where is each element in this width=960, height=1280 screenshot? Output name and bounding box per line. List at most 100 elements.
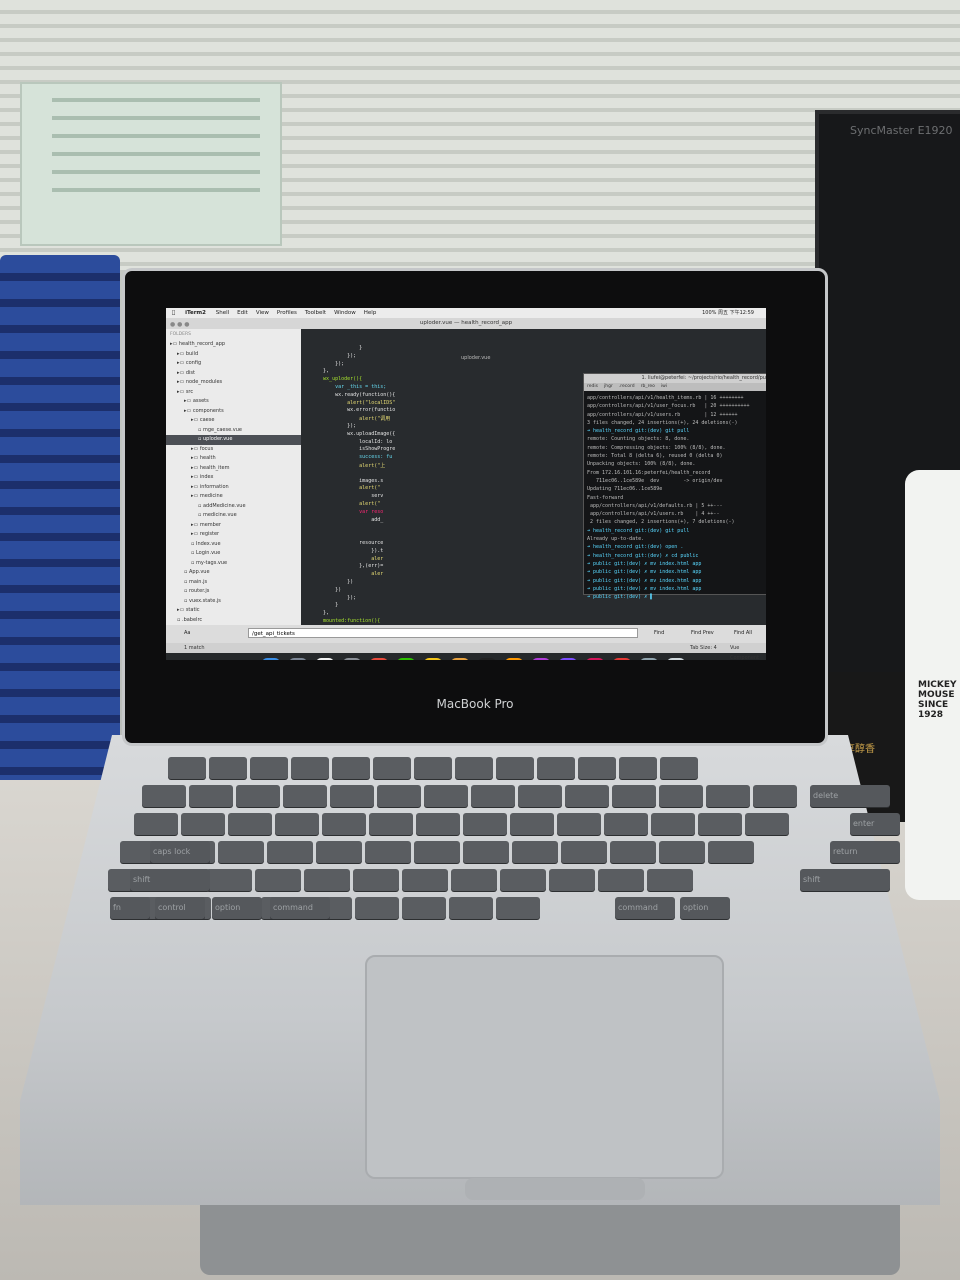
visual-icon[interactable] — [559, 658, 577, 660]
sidebar-item[interactable]: ▫ Login.vue — [166, 549, 301, 559]
terminal-icon[interactable] — [478, 658, 496, 660]
keyboard-key[interactable] — [612, 785, 656, 807]
keyboard-key[interactable] — [753, 785, 797, 807]
keyboard-key[interactable] — [402, 869, 448, 891]
find-input[interactable]: /get_api_tickets — [248, 628, 638, 638]
keyboard-key-labeled[interactable]: return — [830, 841, 900, 863]
keyboard-key[interactable] — [708, 841, 754, 863]
menu-item[interactable]: Shell — [216, 310, 229, 316]
terminal-tab[interactable]: .record — [619, 384, 635, 389]
sidebar-item[interactable]: ▫ .babelrc — [166, 616, 301, 626]
keyboard-key[interactable] — [377, 785, 421, 807]
keyboard-key-labeled[interactable]: option — [212, 897, 262, 919]
keyboard-key[interactable] — [236, 785, 280, 807]
keyboard-key-labeled[interactable]: shift — [800, 869, 890, 891]
sidebar-item[interactable]: ▸▭ assets — [166, 397, 301, 407]
menu-item[interactable]: Window — [334, 310, 356, 316]
keyboard-key[interactable] — [619, 757, 657, 779]
sidebar-item[interactable]: ▸▭ src — [166, 388, 301, 398]
menu-item[interactable]: Help — [364, 310, 377, 316]
keyboard-key[interactable] — [267, 841, 313, 863]
keyboard-key[interactable] — [250, 757, 288, 779]
keyboard-key-labeled[interactable]: control — [155, 897, 205, 919]
keyboard-key[interactable] — [659, 841, 705, 863]
keyboard-key[interactable] — [402, 897, 446, 919]
keyboard-key[interactable] — [369, 813, 413, 835]
sidebar-item[interactable]: ▸▭ index — [166, 473, 301, 483]
syntax-mode[interactable]: Vue Component — [730, 643, 766, 660]
keyboard-key[interactable] — [463, 813, 507, 835]
sidebar-item[interactable]: ▫ App.vue — [166, 568, 301, 578]
apple-icon[interactable]:  — [172, 310, 175, 316]
keyboard-key[interactable] — [275, 813, 319, 835]
keyboard-key[interactable] — [206, 869, 252, 891]
keyboard-key[interactable] — [255, 869, 301, 891]
sidebar-item[interactable]: ▫ uploder.vue — [166, 435, 301, 445]
find-all-button[interactable]: Find All — [734, 628, 752, 638]
keyboard-key[interactable] — [449, 897, 493, 919]
keyboard-key[interactable] — [659, 785, 703, 807]
traffic-light-icons[interactable]: ● ● ● — [170, 321, 190, 328]
sidebar-item[interactable]: ▫ my-tags.vue — [166, 559, 301, 569]
keyboard-key[interactable] — [134, 813, 178, 835]
sidebar-item[interactable]: ▸▭ information — [166, 483, 301, 493]
keyboard-key[interactable] — [455, 757, 493, 779]
sidebar-item[interactable]: ▸▭ medicine — [166, 492, 301, 502]
keyboard-key[interactable] — [698, 813, 742, 835]
keyboard-key-labeled[interactable]: command — [270, 897, 330, 919]
keyboard-key[interactable] — [471, 785, 515, 807]
keyboard-key[interactable] — [291, 757, 329, 779]
sidebar-item[interactable]: ▸▭ health_record_app — [166, 340, 301, 350]
keyboard-key[interactable] — [181, 813, 225, 835]
keyboard-key[interactable] — [745, 813, 789, 835]
keyboard-key[interactable] — [373, 757, 411, 779]
keyboard-key[interactable] — [228, 813, 272, 835]
menu-app[interactable]: iTerm2 — [185, 310, 206, 316]
system-prefs-icon[interactable] — [343, 658, 361, 660]
editor-tab[interactable]: uploder.vue — [461, 355, 490, 361]
keyboard-key[interactable] — [604, 813, 648, 835]
find-prev-button[interactable]: Find Prev — [691, 628, 714, 638]
menu-item[interactable]: Toolbelt — [305, 310, 326, 316]
keyboard-key[interactable] — [355, 897, 399, 919]
keyboard-key[interactable] — [209, 757, 247, 779]
keyboard-key-labeled[interactable]: option — [680, 897, 730, 919]
finder-icon[interactable] — [262, 658, 280, 660]
find-button[interactable]: Find — [654, 628, 664, 638]
terminal-tab[interactable]: iwi — [661, 384, 667, 389]
keyboard-key[interactable] — [651, 813, 695, 835]
sidebar-item[interactable]: ▫ main.js — [166, 578, 301, 588]
keyboard-key[interactable] — [416, 813, 460, 835]
keyboard-key[interactable] — [142, 785, 186, 807]
keyboard-key[interactable] — [518, 785, 562, 807]
sidebar-item[interactable]: ▸▭ health — [166, 454, 301, 464]
sidebar-item[interactable]: ▫ medicine.vue — [166, 511, 301, 521]
sidebar-item[interactable]: ▸▭ components — [166, 407, 301, 417]
sidebar-item[interactable]: ▸▭ config — [166, 359, 301, 369]
keyboard-key[interactable] — [463, 841, 509, 863]
sidebar-item[interactable]: ▸▭ member — [166, 521, 301, 531]
terminal-window[interactable]: 1. liufei@peterfei: ~/projects/rio/healt… — [583, 373, 766, 600]
keyboard-key[interactable] — [561, 841, 607, 863]
sidebar-item[interactable]: ▸▭ caese — [166, 416, 301, 426]
keyboard-key-labeled[interactable]: fn — [110, 897, 150, 919]
sidebar-item[interactable]: ▸▭ dist — [166, 369, 301, 379]
sidebar-item[interactable]: ▫ mge_caese.vue — [166, 426, 301, 436]
keyboard-key[interactable] — [316, 841, 362, 863]
keyboard-key[interactable] — [189, 785, 233, 807]
rubymine-icon[interactable] — [586, 658, 604, 660]
dash-icon[interactable] — [532, 658, 550, 660]
trackpad[interactable] — [365, 955, 724, 1179]
menu-item[interactable]: Profiles — [277, 310, 297, 316]
keyboard-key[interactable] — [218, 841, 264, 863]
sidebar-item[interactable]: ▫ router.js — [166, 587, 301, 597]
keyboard-key[interactable] — [332, 757, 370, 779]
paw-icon[interactable] — [613, 658, 631, 660]
menu-item[interactable]: Edit — [237, 310, 248, 316]
sidebar-item[interactable]: ▸▭ health_item — [166, 464, 301, 474]
chrome-icon[interactable] — [370, 658, 388, 660]
sidebar-item[interactable]: ▸▭ register — [166, 530, 301, 540]
keyboard-key[interactable] — [322, 813, 366, 835]
trash-icon[interactable] — [667, 658, 685, 660]
preview-icon[interactable] — [640, 658, 658, 660]
